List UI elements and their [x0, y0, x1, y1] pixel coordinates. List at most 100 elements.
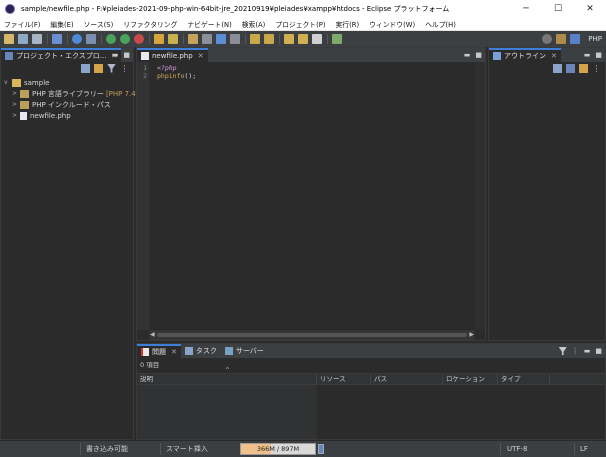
- menu-navigate[interactable]: ナビゲート(N): [187, 19, 231, 29]
- block-selection-icon[interactable]: [202, 34, 212, 44]
- minimize-icon[interactable]: ▬: [464, 51, 471, 59]
- chevron-right-icon[interactable]: >: [12, 101, 20, 108]
- line-number-gutter: 1 2: [137, 62, 149, 330]
- close-window-button[interactable]: ✕: [574, 0, 606, 17]
- garbage-collect-icon[interactable]: [318, 444, 324, 454]
- tab-label: アウトライン: [504, 52, 546, 60]
- collapse-all-icon[interactable]: [553, 63, 562, 73]
- external-tools-icon[interactable]: [134, 34, 144, 44]
- problems-table-header: 説明 リソース パス ロケーション タイプ: [137, 373, 605, 385]
- code-area[interactable]: <?php phpinfo();: [157, 64, 196, 80]
- menu-search[interactable]: 検索(A): [242, 19, 266, 29]
- php-perspective-button[interactable]: PHP: [588, 35, 602, 43]
- servers-icon: [224, 347, 233, 355]
- open-perspective-tool-icon[interactable]: [332, 34, 342, 44]
- filter-icon[interactable]: [558, 347, 567, 355]
- tree-item-include-path[interactable]: > PHP インクルード・パス: [12, 99, 111, 110]
- main-toolbar: PHP: [0, 31, 606, 47]
- new-file-icon[interactable]: [4, 34, 14, 44]
- menu-help[interactable]: ヘルプ(H): [425, 19, 456, 29]
- word-wrap-icon[interactable]: [230, 34, 240, 44]
- write-mode-status: 書き込み可能: [86, 445, 128, 453]
- tree-item-label: PHP 言語ライブラリー: [32, 89, 104, 98]
- tasks-icon: [184, 347, 193, 355]
- scroll-thumb[interactable]: [157, 333, 467, 337]
- view-menu-icon[interactable]: ⋮: [592, 64, 601, 73]
- view-menu-icon[interactable]: ⋮: [120, 64, 129, 73]
- prev-annotation-icon[interactable]: [264, 34, 274, 44]
- column-resource[interactable]: リソース: [317, 374, 371, 384]
- outline-panel: アウトライン ✕ ▬ ■ ⋮: [488, 47, 606, 341]
- back-icon[interactable]: [284, 34, 294, 44]
- minimize-icon[interactable]: ▬: [584, 51, 591, 59]
- forward-icon[interactable]: [312, 34, 322, 44]
- chevron-down-icon[interactable]: v: [4, 79, 12, 86]
- last-edit-icon[interactable]: [298, 34, 308, 44]
- tab-servers[interactable]: サーバー: [221, 344, 268, 358]
- link-with-editor-icon[interactable]: [579, 63, 588, 73]
- column-path[interactable]: パス: [371, 374, 443, 384]
- minimize-button[interactable]: ─: [510, 0, 542, 17]
- maximize-icon[interactable]: ■: [595, 347, 602, 355]
- tree-item-php-library[interactable]: > PHP 言語ライブラリー [PHP 7.4]: [12, 88, 138, 99]
- collapse-all-icon[interactable]: [81, 63, 90, 73]
- menu-refactor[interactable]: リファクタリング: [123, 19, 177, 29]
- title-bar: sample/newfile.php - F:¥pleiades-2021-09…: [0, 0, 606, 17]
- close-tab-icon[interactable]: ✕: [171, 348, 177, 356]
- chevron-right-icon[interactable]: >: [12, 90, 20, 97]
- show-whitespace-icon[interactable]: [216, 34, 226, 44]
- minimize-icon[interactable]: ▬: [584, 347, 591, 355]
- tab-project-explorer[interactable]: プロジェクト・エクスプロ... ✕: [1, 48, 122, 62]
- terminal-icon[interactable]: [52, 34, 62, 44]
- vertical-scrollbar[interactable]: [475, 62, 485, 330]
- maximize-icon[interactable]: ■: [595, 51, 602, 59]
- sort-icon[interactable]: [566, 63, 575, 73]
- tab-label: タスク: [195, 347, 217, 355]
- maximize-icon[interactable]: ■: [123, 51, 130, 59]
- run-icon[interactable]: [120, 34, 130, 44]
- minimize-icon[interactable]: ▬: [112, 51, 119, 59]
- menu-project[interactable]: プロジェクト(P): [275, 19, 325, 29]
- toggle-mark-icon[interactable]: [188, 34, 198, 44]
- column-type[interactable]: タイプ: [498, 374, 550, 384]
- maximize-icon[interactable]: ■: [475, 51, 482, 59]
- tree-project-sample[interactable]: v sample: [4, 77, 49, 88]
- maximize-button[interactable]: ☐: [542, 0, 574, 17]
- tree-item-newfile[interactable]: > newfile.php: [12, 110, 71, 121]
- close-tab-icon[interactable]: ✕: [198, 52, 204, 60]
- save-all-icon[interactable]: [32, 34, 42, 44]
- open-type-icon[interactable]: [154, 34, 164, 44]
- debug-icon[interactable]: [106, 34, 116, 44]
- tab-outline[interactable]: アウトライン ✕: [489, 48, 561, 62]
- menu-window[interactable]: ウィンドウ(W): [369, 19, 415, 29]
- close-tab-icon[interactable]: ✕: [551, 52, 557, 60]
- tab-tasks[interactable]: タスク: [181, 344, 221, 358]
- problems-panel: 問題 ✕ タスク サーバー ⋮ ▬ ■ 0 項目 説明 リソース パス ロケーシ…: [136, 343, 606, 440]
- tab-label: newfile.php: [152, 52, 193, 60]
- menu-source[interactable]: ソース(S): [84, 19, 114, 29]
- toggle-breadcrumb-icon[interactable]: [86, 34, 96, 44]
- scroll-left-icon[interactable]: ◀: [150, 331, 155, 338]
- filter-icon[interactable]: [107, 63, 116, 73]
- pen-icon[interactable]: [168, 34, 178, 44]
- tab-problems[interactable]: 問題 ✕: [137, 344, 181, 358]
- menu-file[interactable]: ファイル(F): [4, 19, 40, 29]
- menu-run[interactable]: 実行(R): [336, 19, 360, 29]
- chevron-right-icon[interactable]: >: [12, 112, 20, 119]
- settings-icon[interactable]: [72, 34, 82, 44]
- view-menu-icon[interactable]: ⋮: [572, 347, 579, 355]
- search-icon[interactable]: [542, 34, 553, 44]
- tab-newfile-php[interactable]: newfile.php ✕: [137, 48, 208, 62]
- sort-ascending-icon: ^: [225, 367, 231, 374]
- heap-status-bar: 366M / 897M: [240, 443, 316, 455]
- next-annotation-icon[interactable]: [250, 34, 260, 44]
- menu-edit[interactable]: 編集(E): [50, 19, 73, 29]
- menu-bar: ファイル(F) 編集(E) ソース(S) リファクタリング ナビゲート(N) 検…: [0, 17, 606, 31]
- horizontal-scrollbar[interactable]: ◀ ▶: [149, 330, 475, 340]
- column-description[interactable]: 説明: [137, 374, 317, 384]
- open-perspective-icon[interactable]: [556, 34, 567, 44]
- scroll-right-icon[interactable]: ▶: [469, 331, 474, 338]
- link-with-editor-icon[interactable]: [94, 63, 103, 73]
- column-location[interactable]: ロケーション: [443, 374, 498, 384]
- save-icon[interactable]: [18, 34, 28, 44]
